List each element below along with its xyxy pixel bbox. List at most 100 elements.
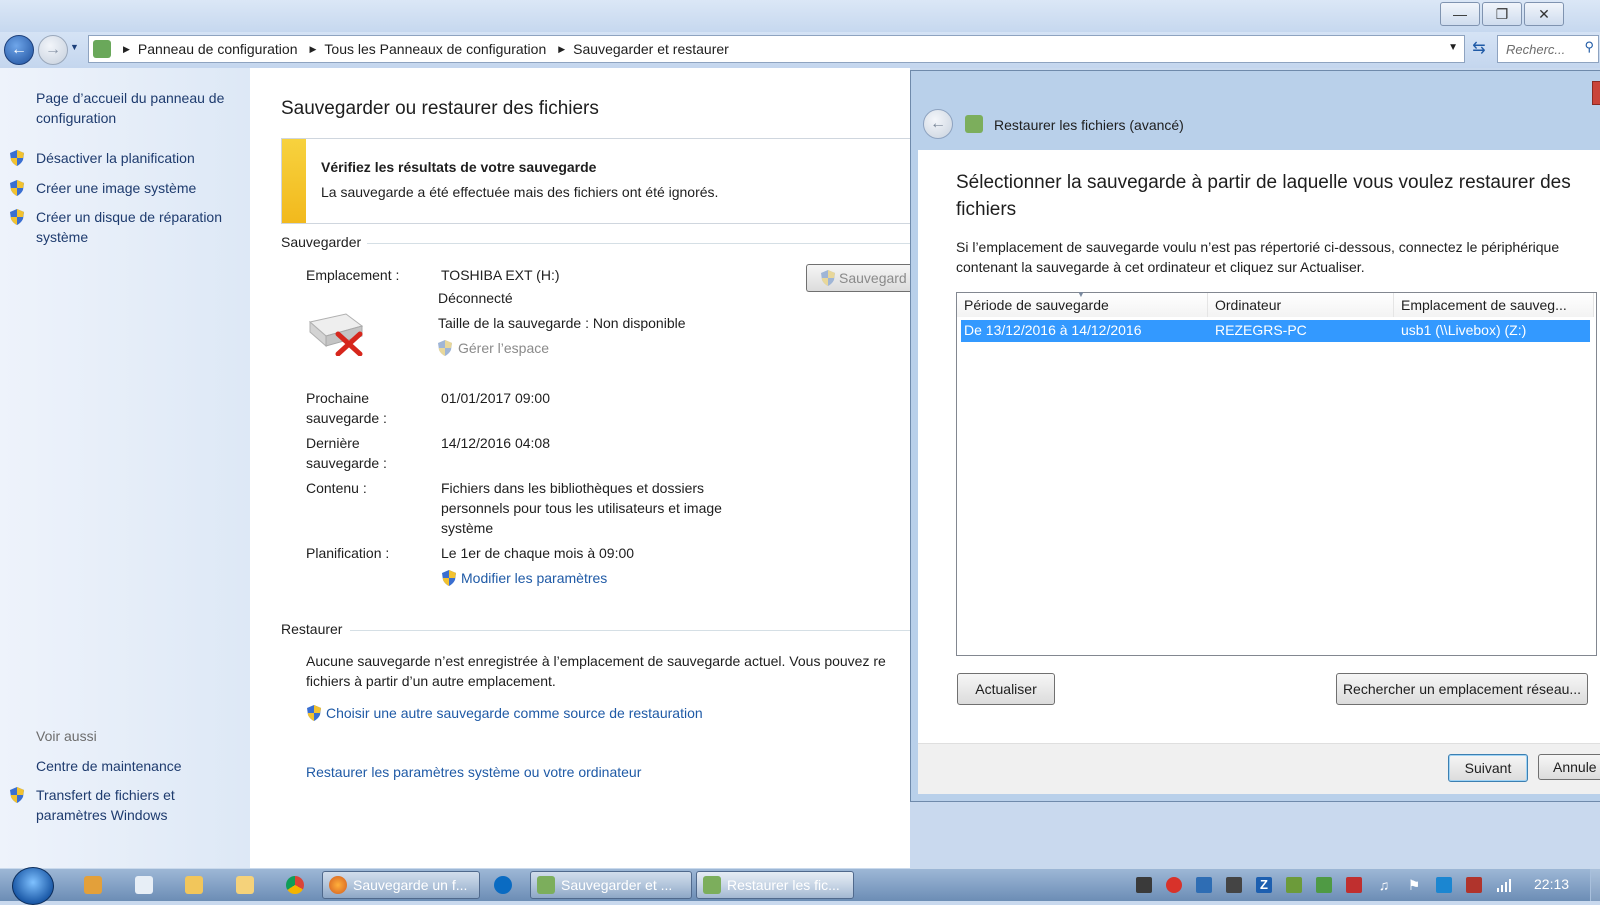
restore-info-text: Aucune sauvegarde n’est enregistrée à l’… bbox=[306, 653, 886, 689]
signal-icon[interactable] bbox=[1496, 877, 1512, 893]
uac-shield-icon bbox=[438, 340, 452, 356]
media-player-icon[interactable] bbox=[84, 876, 102, 894]
taskbar-item-label: Sauvegarde un f... bbox=[353, 877, 468, 893]
action-center-link[interactable]: Centre de maintenance bbox=[36, 756, 182, 776]
restore-button[interactable]: ❐ bbox=[1482, 2, 1522, 26]
taskbar-item-backup[interactable]: Sauvegarder et ... bbox=[530, 871, 692, 899]
section-divider bbox=[350, 630, 910, 631]
choose-other-backup-link[interactable]: Choisir une autre sauvegarde comme sourc… bbox=[326, 703, 703, 723]
change-settings-link[interactable]: Modifier les paramètres bbox=[461, 568, 607, 588]
dialog-close-button[interactable] bbox=[1592, 81, 1600, 105]
create-repair-disc-link[interactable]: Créer un disque de réparation système bbox=[36, 207, 241, 247]
control-panel-icon bbox=[93, 40, 111, 58]
disconnected-drive-icon bbox=[308, 313, 364, 356]
search-input[interactable]: Recherc... ⚲ bbox=[1497, 35, 1599, 63]
taskbar-item-restore[interactable]: Restaurer les fic... bbox=[696, 871, 854, 899]
minimize-button[interactable]: — bbox=[1440, 2, 1480, 26]
warning-stripe bbox=[282, 139, 306, 223]
breadcrumb-control-panel[interactable]: Panneau de configuration bbox=[138, 41, 298, 57]
backup-restore-icon bbox=[537, 876, 555, 894]
action-center-flag-icon[interactable]: ⚑ bbox=[1406, 877, 1422, 893]
tray-app-icon[interactable] bbox=[1196, 877, 1212, 893]
refresh-button[interactable]: Actualiser bbox=[957, 673, 1055, 705]
taskbar-item-firefox[interactable]: Sauvegarde un f... bbox=[322, 871, 480, 899]
dialog-heading: Sélectionner la sauvegarde à partir de l… bbox=[956, 172, 1571, 220]
address-bar[interactable]: ▶ Panneau de configuration ▶ Tous les Pa… bbox=[88, 35, 1465, 63]
forward-button[interactable]: → bbox=[38, 35, 68, 65]
warning-panel: Vérifiez les résultats de votre sauvegar… bbox=[281, 138, 922, 224]
network-icon[interactable] bbox=[1436, 877, 1452, 893]
tray-app-icon[interactable] bbox=[1346, 877, 1362, 893]
sort-arrow-icon: ▼ bbox=[1077, 290, 1085, 299]
taskbar: Sauvegarde un f... Sauvegarder et ... Re… bbox=[0, 867, 1600, 905]
chrome-icon[interactable] bbox=[286, 876, 304, 894]
section-divider bbox=[367, 243, 910, 244]
recent-pages-icon[interactable]: ▼ bbox=[70, 42, 79, 52]
disable-schedule-link[interactable]: Désactiver la planification bbox=[36, 148, 195, 168]
tray-app-icon[interactable] bbox=[1466, 877, 1482, 893]
show-desktop-button[interactable] bbox=[1590, 869, 1600, 901]
taskbar-item-label: Restaurer les fic... bbox=[727, 877, 840, 893]
page-title: Sauvegarder ou restaurer des fichiers bbox=[281, 98, 599, 119]
tray-app-icon[interactable] bbox=[1316, 877, 1332, 893]
restore-section-heading: Restaurer bbox=[281, 621, 343, 637]
search-placeholder: Recherc... bbox=[1506, 41, 1566, 57]
column-header-computer[interactable]: Ordinateur bbox=[1208, 293, 1394, 317]
mail-icon[interactable] bbox=[236, 876, 254, 894]
dialog-back-button[interactable]: ← bbox=[923, 109, 953, 139]
manage-space-link[interactable]: Gérer l’espace bbox=[458, 338, 549, 358]
back-button[interactable]: ← bbox=[4, 35, 34, 65]
intel-icon[interactable] bbox=[494, 876, 512, 894]
uac-shield-icon bbox=[821, 270, 835, 286]
dialog-title: Restaurer les fichiers (avancé) bbox=[994, 117, 1184, 133]
breadcrumb-separator-icon: ▶ bbox=[123, 43, 130, 54]
recover-system-link[interactable]: Restaurer les paramètres système ou votr… bbox=[306, 762, 641, 782]
breadcrumb-all-panels[interactable]: Tous les Panneaux de configuration bbox=[324, 41, 546, 57]
tray-app-icon[interactable] bbox=[1166, 877, 1182, 893]
volume-icon[interactable]: ♫ bbox=[1376, 877, 1392, 893]
search-icon[interactable]: ⚲ bbox=[1584, 39, 1594, 55]
backup-restore-icon bbox=[703, 876, 721, 894]
folder-icon[interactable] bbox=[185, 876, 203, 894]
browse-network-button[interactable]: Rechercher un emplacement réseau... bbox=[1336, 673, 1588, 705]
taskbar-item-label: Sauvegarder et ... bbox=[561, 877, 673, 893]
address-row: ← → ▼ ▶ Panneau de configuration ▶ Tous … bbox=[0, 32, 1600, 68]
last-backup-value: 14/12/2016 04:08 bbox=[441, 435, 550, 451]
close-button[interactable]: ✕ bbox=[1524, 2, 1564, 26]
uac-shield-icon bbox=[307, 705, 321, 721]
backup-restore-icon bbox=[965, 115, 983, 133]
tray-app-icon[interactable] bbox=[1226, 877, 1242, 893]
start-button[interactable] bbox=[12, 867, 54, 905]
row-computer: REZEGRS-PC bbox=[1215, 322, 1307, 338]
tray-app-icon[interactable]: Z bbox=[1256, 877, 1272, 893]
backup-list[interactable]: Période de sauvegarde ▼ Ordinateur Empla… bbox=[956, 290, 1597, 656]
easy-transfer-link[interactable]: Transfert de fichiers et paramètres Wind… bbox=[36, 785, 211, 825]
cancel-button[interactable]: Annule bbox=[1538, 754, 1600, 780]
last-backup-label: Dernière sauvegarde : bbox=[306, 435, 387, 471]
table-row[interactable]: De 13/12/2016 à 14/12/2016 REZEGRS-PC us… bbox=[961, 320, 1590, 342]
column-header-location[interactable]: Emplacement de sauveg... bbox=[1394, 293, 1594, 317]
row-location: usb1 (\\Livebox) (Z:) bbox=[1401, 322, 1527, 338]
tray-app-icon[interactable] bbox=[1136, 877, 1152, 893]
address-dropdown-icon[interactable]: ▼ bbox=[1448, 42, 1458, 53]
refresh-icon[interactable]: ⇆ bbox=[1466, 36, 1492, 62]
location-value: TOSHIBA EXT (H:) bbox=[441, 267, 560, 283]
dialog-description: Si l’emplacement de sauvegarde voulu n’e… bbox=[956, 239, 1560, 275]
control-panel-home-link[interactable]: Page d’accueil du panneau de configurati… bbox=[36, 88, 241, 128]
tray-app-icon[interactable] bbox=[1286, 877, 1302, 893]
breadcrumb-separator-icon: ▶ bbox=[558, 43, 566, 54]
clock[interactable]: 22:13 bbox=[1534, 876, 1569, 892]
schedule-label: Planification : bbox=[306, 545, 390, 561]
contents-value: Fichiers dans les bibliothèques et dossi… bbox=[441, 480, 722, 536]
backup-section-heading: Sauvegarder bbox=[281, 234, 362, 250]
notepad-icon[interactable] bbox=[135, 876, 153, 894]
backup-now-button[interactable]: Sauvegard bbox=[806, 264, 911, 292]
row-period: De 13/12/2016 à 14/12/2016 bbox=[964, 322, 1142, 338]
window-titlebar: — ❐ ✕ bbox=[0, 0, 1600, 32]
warning-heading: Vérifiez les résultats de votre sauvegar… bbox=[321, 159, 597, 175]
next-button[interactable]: Suivant bbox=[1448, 754, 1528, 782]
uac-shield-icon bbox=[10, 150, 24, 166]
backup-now-label: Sauvegard bbox=[839, 270, 907, 286]
create-system-image-link[interactable]: Créer une image système bbox=[36, 178, 196, 198]
breadcrumb-backup-restore[interactable]: Sauvegarder et restaurer bbox=[573, 41, 729, 57]
